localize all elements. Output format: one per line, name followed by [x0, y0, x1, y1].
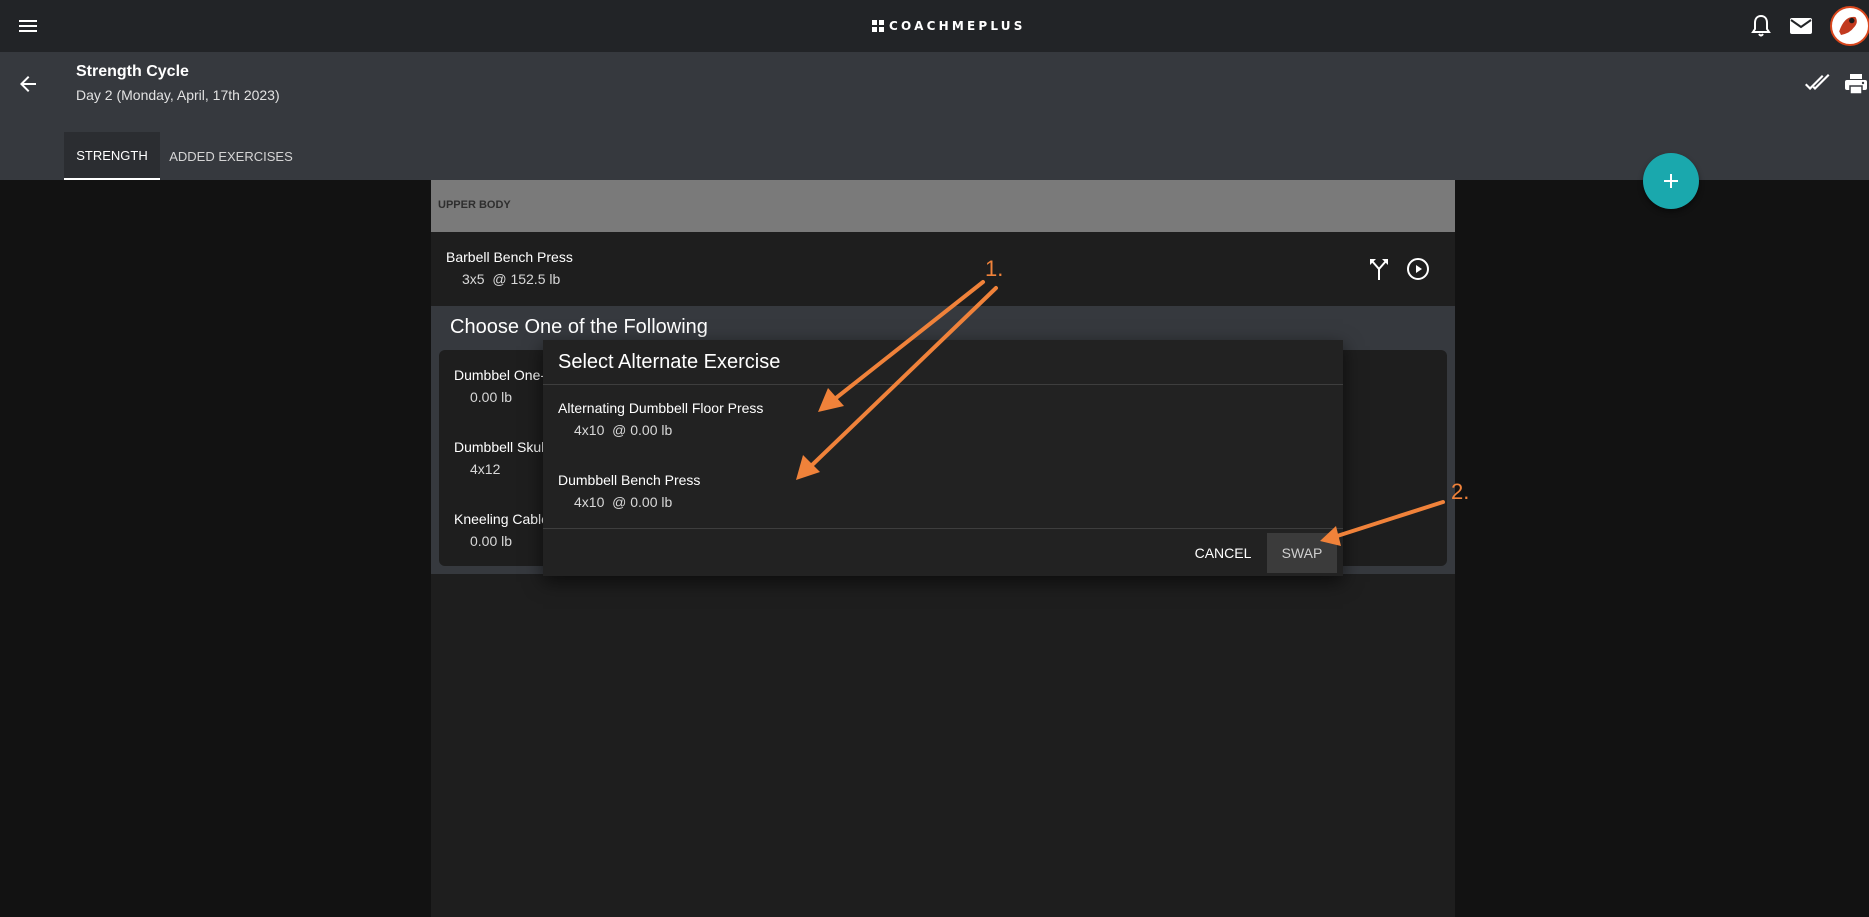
annotation-step-2: 2.: [1451, 479, 1470, 504]
avatar[interactable]: [1830, 6, 1869, 46]
add-fab-button[interactable]: [1643, 153, 1699, 209]
alternate-option-name: Alternating Dumbbell Floor Press: [558, 400, 764, 416]
alternate-icon[interactable]: [1368, 257, 1390, 281]
print-icon[interactable]: [1843, 71, 1869, 97]
section-label: UPPER BODY: [438, 199, 511, 211]
brand-mark-icon: [872, 20, 884, 32]
bell-icon[interactable]: [1749, 13, 1773, 39]
play-circle-icon[interactable]: [1406, 257, 1430, 281]
annotation-step-1: 1.: [985, 256, 1004, 281]
choice-item-name[interactable]: Kneeling Cable: [454, 511, 549, 527]
menu-icon[interactable]: [16, 14, 40, 38]
choose-one-title: Choose One of the Following: [450, 316, 708, 338]
exercise-name: Barbell Bench Press: [446, 249, 573, 265]
choice-item-detail: 0.00 lb: [470, 533, 513, 549]
alternate-option-name: Dumbbell Bench Press: [558, 472, 701, 488]
choice-item-name[interactable]: Dumbbel One-: [454, 367, 545, 383]
choice-item-detail: 0.00 lb: [470, 389, 513, 405]
brand-logo[interactable]: COACHMEPLUS: [872, 17, 1026, 35]
back-arrow-icon[interactable]: [16, 72, 40, 96]
choice-item-name[interactable]: Dumbbell Skul: [454, 439, 544, 455]
dialog-divider: [543, 528, 1343, 529]
choice-item-detail: 4x12: [470, 461, 501, 477]
avatar-logo-icon: [1832, 8, 1864, 40]
page-title: Strength Cycle: [76, 63, 189, 80]
exercise-row[interactable]: [431, 232, 1455, 306]
mail-icon[interactable]: [1788, 14, 1814, 38]
dialog-title: Select Alternate Exercise: [558, 351, 781, 373]
cancel-button[interactable]: CANCEL: [1185, 533, 1261, 573]
section-header: [431, 180, 1455, 232]
tab-added-exercises[interactable]: ADDED EXERCISES: [160, 132, 302, 180]
alternate-option-detail: 4x10 @ 0.00 lb: [574, 494, 673, 510]
double-check-icon[interactable]: [1803, 72, 1831, 96]
tab-strength[interactable]: STRENGTH: [64, 132, 160, 180]
dialog-divider: [543, 384, 1343, 385]
alternate-option-detail: 4x10 @ 0.00 lb: [574, 422, 673, 438]
page-subtitle: Day 2 (Monday, April, 17th 2023): [76, 87, 280, 103]
exercise-detail: 3x5 @ 152.5 lb: [462, 271, 561, 287]
swap-button[interactable]: SWAP: [1267, 533, 1337, 573]
brand-text: COACHMEPLUS: [889, 19, 1026, 33]
plus-icon: [1664, 174, 1678, 188]
